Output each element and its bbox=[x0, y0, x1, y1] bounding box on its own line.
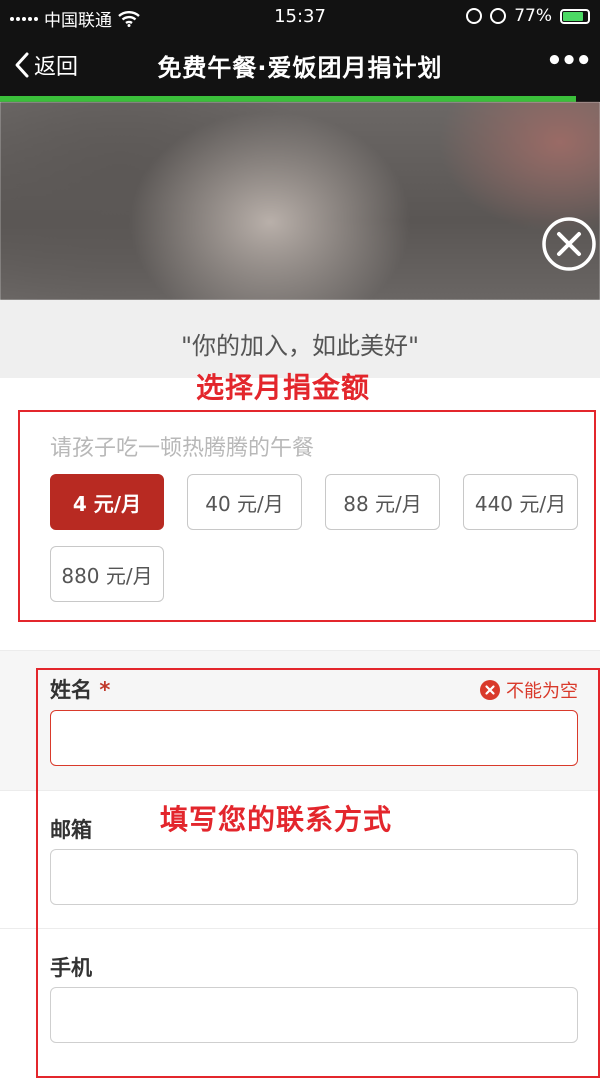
amount-option[interactable]: 40 元/月 bbox=[187, 474, 302, 530]
status-right: 77% bbox=[466, 6, 590, 26]
more-menu-button[interactable]: ••• bbox=[546, 46, 592, 76]
alarm-icon bbox=[490, 8, 507, 24]
name-label-text: 姓名 bbox=[50, 678, 92, 702]
email-input[interactable] bbox=[50, 849, 578, 905]
status-bar: 中国联通 15:37 77% bbox=[0, 0, 600, 34]
divider bbox=[0, 650, 600, 651]
annotation-contact-title: 填写您的联系方式 bbox=[160, 803, 393, 836]
battery-percent: 77% bbox=[514, 6, 552, 26]
page-title: 免费午餐·爱饭团月捐计划 bbox=[157, 54, 443, 82]
amount-option[interactable]: 88 元/月 bbox=[325, 474, 440, 530]
nav-bar: 返回 免费午餐·爱饭团月捐计划 ••• bbox=[0, 34, 600, 96]
annotation-amount-title: 选择月捐金额 bbox=[196, 371, 371, 404]
error-icon bbox=[480, 680, 500, 700]
name-input[interactable] bbox=[50, 710, 578, 766]
battery-level-fill bbox=[563, 11, 584, 21]
amount-option[interactable]: 4 元/月 bbox=[50, 474, 164, 530]
amount-option[interactable]: 880 元/月 bbox=[50, 546, 164, 602]
email-label: 邮箱 bbox=[50, 818, 92, 842]
amount-prompt: 请孩子吃一顿热腾腾的午餐 bbox=[50, 436, 315, 461]
amount-option[interactable]: 440 元/月 bbox=[463, 474, 578, 530]
name-error: 不能为空 bbox=[480, 677, 578, 703]
close-circle-icon[interactable] bbox=[541, 216, 597, 272]
hero-image bbox=[0, 102, 600, 300]
quote-text: "你的加入，如此美好" bbox=[180, 332, 420, 360]
required-mark: * bbox=[99, 678, 111, 702]
phone-label: 手机 bbox=[50, 956, 92, 980]
battery-icon bbox=[560, 8, 590, 24]
phone-input[interactable] bbox=[50, 987, 578, 1043]
name-error-text: 不能为空 bbox=[506, 681, 578, 702]
name-label: 姓名 * bbox=[50, 674, 110, 704]
rotation-lock-icon bbox=[466, 8, 483, 24]
